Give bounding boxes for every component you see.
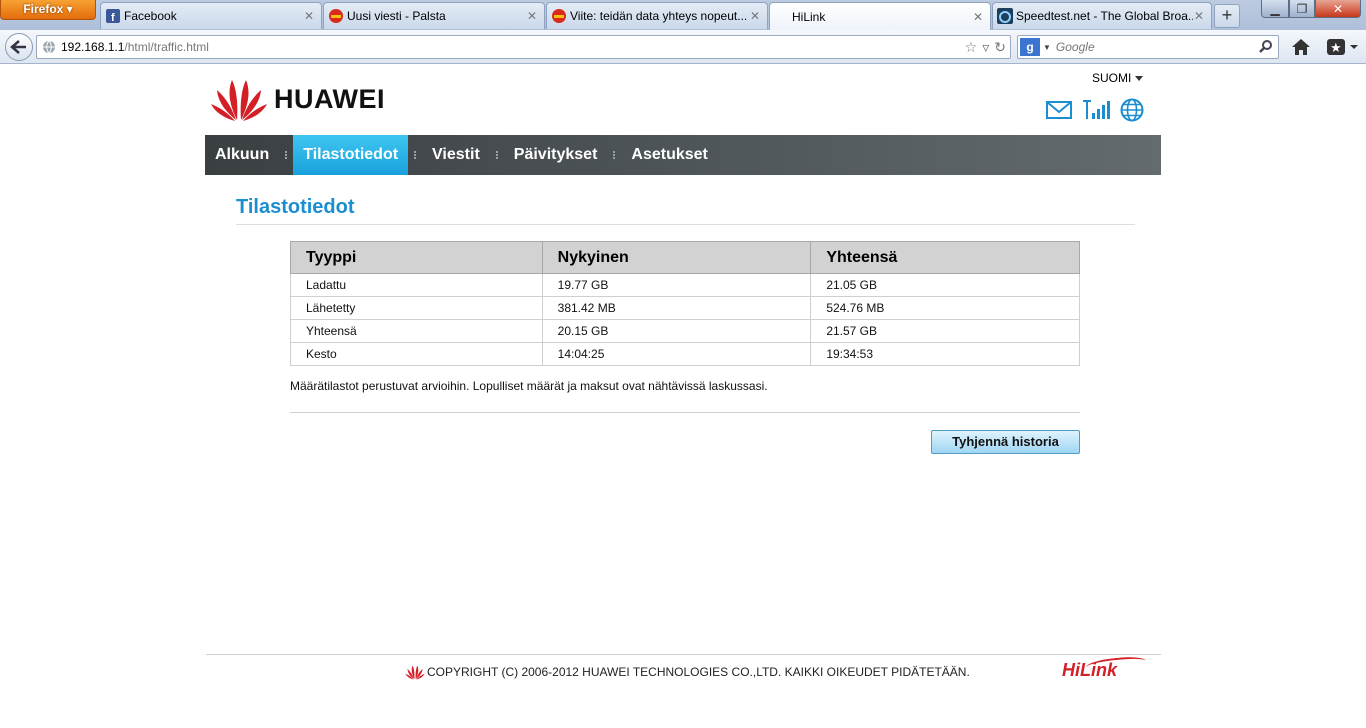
footer: COPYRIGHT (C) 2006-2012 HUAWEI TECHNOLOG… [405,664,970,680]
window-maximize-button[interactable]: ❐ [1289,0,1315,18]
table-cell: 14:04:25 [541,342,812,366]
table-cell: 20.15 GB [541,319,812,343]
statistics-table: Tyyppi Nykyinen Yhteensä Ladattu 19.77 G… [290,241,1080,366]
estimate-note: Määrätilastot perustuvat arvioihin. Lopu… [290,379,768,393]
language-select[interactable]: SUOMI [1092,71,1144,85]
table-cell: 524.76 MB [810,296,1080,320]
copyright-text: COPYRIGHT (C) 2006-2012 HUAWEI TECHNOLOG… [427,665,970,679]
divider [236,224,1135,225]
tab-facebook[interactable]: f Facebook ✕ [100,2,322,29]
star-icon[interactable]: ☆ [965,39,978,56]
nav-paivitykset[interactable]: Päivitykset [504,135,608,175]
home-icon[interactable] [1290,37,1312,57]
table-row: Lähetetty 381.42 MB 524.76 MB [290,296,1080,320]
table-cell: 19.77 GB [541,273,812,297]
column-header: Tyyppi [290,241,543,274]
main-navigation: Alkuun Tilastotiedot Viestit Päivitykset… [205,135,1161,175]
table-cell: 21.05 GB [810,273,1080,297]
url-path: /html/traffic.html [124,40,209,54]
table-cell: Yhteensä [290,319,543,343]
tab-speedtest[interactable]: Speedtest.net - The Global Broa... ✕ [992,2,1212,29]
back-button[interactable] [5,33,33,61]
nav-separator [285,151,288,159]
nav-separator [495,151,498,159]
internet-globe-icon [1120,98,1144,122]
arrow-left-icon [10,40,26,54]
palsta-icon [551,8,567,24]
clear-history-button[interactable]: Tyhjennä historia [931,430,1080,454]
huawei-flower-icon [211,80,267,121]
nav-asetukset[interactable]: Asetukset [621,135,717,175]
window-close-button[interactable]: ✕ [1315,0,1361,18]
table-cell: 21.57 GB [810,319,1080,343]
table-row: Ladattu 19.77 GB 21.05 GB [290,273,1080,297]
table-cell: Ladattu [290,273,543,297]
search-box[interactable]: g ▼ Google [1017,35,1279,59]
table-cell: Kesto [290,342,543,366]
firefox-menu-button[interactable]: Firefox ▾ [0,0,96,20]
close-tab-icon[interactable]: ✕ [1193,9,1205,23]
svg-text:f: f [111,12,115,23]
nav-alkuun[interactable]: Alkuun [205,135,279,175]
chevron-down-icon[interactable]: ▼ [1043,43,1051,52]
hilink-page: HUAWEI SUOMI Alkuun Tilastotiedot Viesti… [0,64,1366,728]
svg-text:★: ★ [1330,41,1342,56]
divider [290,412,1080,413]
huawei-flower-icon [405,665,425,680]
tab-viite[interactable]: Viite: teidän data yhteys nopeut... ✕ [546,2,768,29]
table-row: Kesto 14:04:25 19:34:53 [290,342,1080,366]
palsta-icon [328,8,344,24]
facebook-icon: f [105,8,121,24]
table-cell: 19:34:53 [810,342,1080,366]
divider [206,654,1161,655]
page-title: Tilastotiedot [236,196,355,218]
signal-strength-icon [1083,100,1110,119]
status-icons [1046,98,1144,122]
table-cell: 381.42 MB [541,296,812,320]
speedtest-icon [997,8,1013,24]
url-host: 192.168.1.1 [61,40,125,54]
nav-tilastotiedot[interactable]: Tilastotiedot [293,135,409,175]
navigation-toolbar: 192.168.1.1/html/traffic.html ☆ ▿ ↻ g ▼ … [0,30,1366,64]
close-tab-icon[interactable]: ✕ [749,9,761,23]
window-minimize-button[interactable]: ▁ [1261,0,1289,18]
chevron-down-icon [1135,76,1144,82]
brand-name: HUAWEI [274,83,385,114]
tab-hilink[interactable]: HiLink ✕ [769,2,991,30]
google-icon[interactable]: g [1020,38,1040,56]
close-tab-icon[interactable]: ✕ [972,10,984,24]
bookmarks-icon[interactable]: ★ [1326,37,1360,57]
hilink-logo: HiLink [1062,654,1147,681]
nav-separator [613,151,616,159]
table-cell: Lähetetty [290,296,543,320]
mail-icon[interactable] [1046,101,1072,119]
tab-bar: Firefox ▾ f Facebook ✕ Uusi viesti - Pal… [0,0,1366,30]
column-header: Yhteensä [810,241,1080,274]
search-input[interactable]: Google [1056,40,1095,54]
dropdown-arrow-icon[interactable]: ▿ [982,39,989,56]
reload-icon[interactable]: ↻ [994,39,1006,56]
column-header: Nykyinen [541,241,812,274]
table-row: Yhteensä 20.15 GB 21.57 GB [290,319,1080,343]
nav-separator [414,151,417,159]
nav-viestit[interactable]: Viestit [422,135,490,175]
globe-icon [43,40,55,54]
search-icon[interactable] [1258,39,1274,55]
table-header-row: Tyyppi Nykyinen Yhteensä [290,241,1080,274]
tab-palsta[interactable]: Uusi viesti - Palsta ✕ [323,2,545,29]
browser-chrome: Firefox ▾ f Facebook ✕ Uusi viesti - Pal… [0,0,1366,64]
url-bar[interactable]: 192.168.1.1/html/traffic.html ☆ ▿ ↻ [36,35,1011,59]
close-tab-icon[interactable]: ✕ [526,9,538,23]
close-tab-icon[interactable]: ✕ [303,9,315,23]
huawei-logo[interactable]: HUAWEI [210,76,385,122]
new-tab-button[interactable]: + [1214,4,1240,28]
